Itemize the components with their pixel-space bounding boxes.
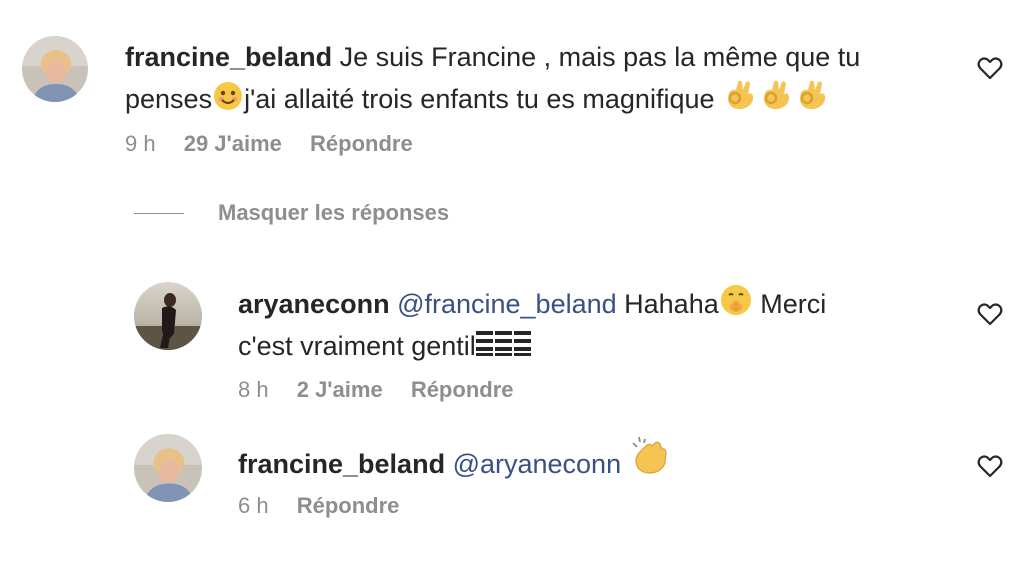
avatar-francine[interactable] bbox=[134, 434, 202, 502]
comment-text-line1: Je suis Francine , mais pas la même que … bbox=[339, 42, 861, 72]
reply-time[interactable]: 8 h bbox=[238, 377, 269, 402]
reply-body: francine_beland @aryaneconn bbox=[238, 435, 938, 485]
reply-likes[interactable]: 2 J'aime bbox=[297, 377, 383, 402]
heart-icon[interactable] bbox=[977, 56, 1003, 80]
heart-icon[interactable] bbox=[977, 454, 1003, 478]
reply-time[interactable]: 6 h bbox=[238, 493, 269, 518]
comment-username[interactable]: francine_beland bbox=[125, 42, 332, 72]
comment-meta: 9 h 29 J'aime Répondre bbox=[125, 131, 435, 157]
reply-username[interactable]: francine_beland bbox=[238, 449, 445, 479]
ok-hand-emoji-icon bbox=[758, 76, 794, 122]
comment-text-line2b: j'ai allaité trois enfants tu es magnifi… bbox=[244, 84, 715, 114]
reply-text-c: c'est vraiment gentil bbox=[238, 331, 476, 361]
avatar-image bbox=[22, 36, 88, 102]
toggle-divider bbox=[134, 212, 184, 214]
heart-icon[interactable] bbox=[977, 302, 1003, 326]
missing-glyph-icon bbox=[475, 329, 534, 367]
reply-mention[interactable]: @francine_beland bbox=[397, 289, 617, 319]
reply-aryaneconn: aryaneconn @francine_beland Hahaha Merci… bbox=[0, 270, 1024, 410]
reply-button[interactable]: Répondre bbox=[310, 131, 413, 156]
smiling-face-emoji-icon bbox=[212, 80, 244, 122]
reply-francine: francine_beland @aryaneconn 6 h Répondre bbox=[0, 420, 1024, 540]
reply-mention[interactable]: @aryaneconn bbox=[453, 449, 622, 479]
reply-button[interactable]: Répondre bbox=[297, 493, 400, 518]
avatar-image bbox=[134, 282, 202, 350]
reply-body: aryaneconn @francine_beland Hahaha Merci… bbox=[238, 283, 938, 367]
avatar-francine[interactable] bbox=[22, 36, 88, 102]
clapping-hands-emoji-icon bbox=[629, 435, 673, 485]
reply-username[interactable]: aryaneconn bbox=[238, 289, 390, 319]
reply-meta: 8 h 2 J'aime Répondre bbox=[238, 377, 536, 403]
ok-hand-emoji-icon bbox=[794, 76, 830, 122]
comment-time[interactable]: 9 h bbox=[125, 131, 156, 156]
reply-button[interactable]: Répondre bbox=[411, 377, 514, 402]
shushing-face-emoji-icon bbox=[719, 283, 753, 327]
comment-body: francine_beland Je suis Francine , mais … bbox=[125, 38, 945, 122]
comment-text-line2a: penses bbox=[125, 84, 213, 114]
reply-meta: 6 h Répondre bbox=[238, 493, 421, 519]
comment-francine: francine_beland Je suis Francine , mais … bbox=[0, 0, 1024, 170]
comment-likes[interactable]: 29 J'aime bbox=[184, 131, 282, 156]
avatar-image bbox=[134, 434, 202, 502]
reply-text-a: Hahaha bbox=[624, 289, 719, 319]
hide-replies-toggle[interactable]: Masquer les réponses bbox=[134, 200, 449, 226]
ok-hand-emoji-icon bbox=[722, 76, 758, 122]
avatar-aryaneconn[interactable] bbox=[134, 282, 202, 350]
reply-text-b: Merci bbox=[760, 289, 827, 319]
hide-replies-label: Masquer les réponses bbox=[218, 200, 450, 225]
